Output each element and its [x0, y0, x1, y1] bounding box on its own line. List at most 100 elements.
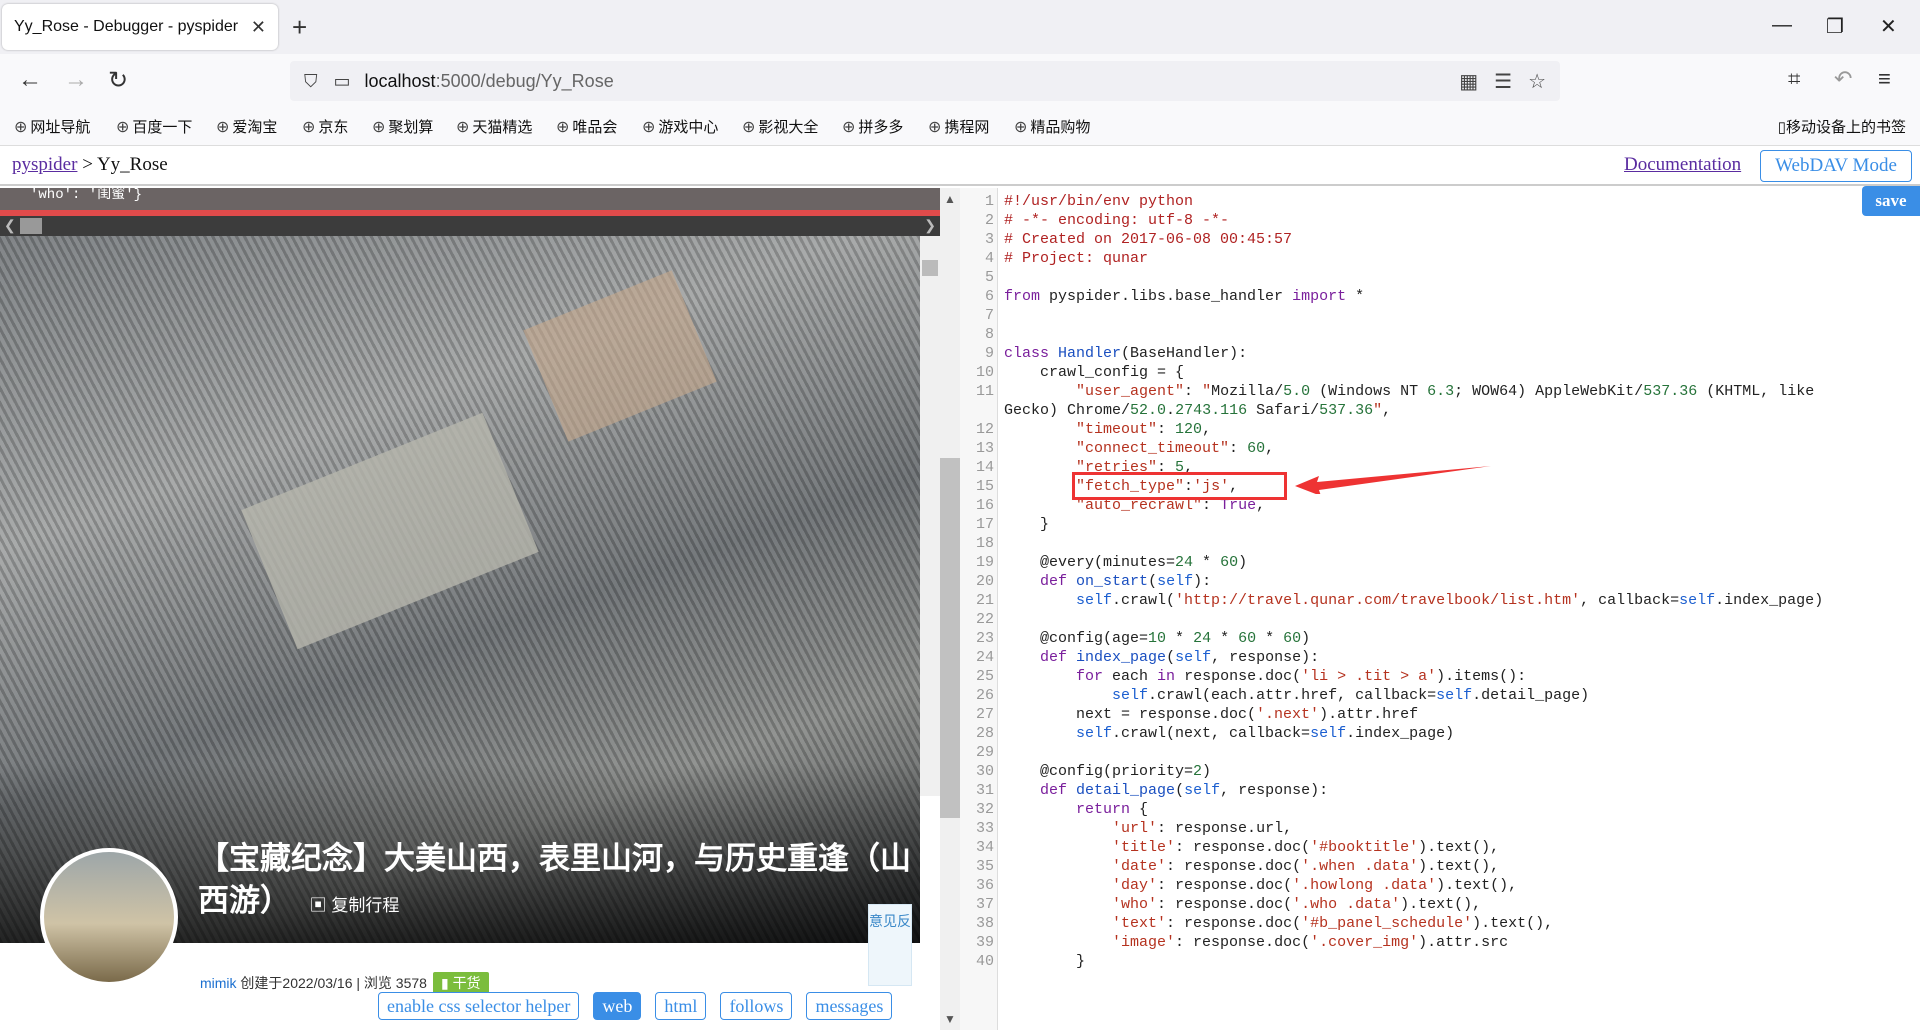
code-line[interactable]: 38 'text': response.doc('#b_panel_schedu… — [960, 914, 1920, 933]
line-text[interactable]: self.crawl(next, callback=self.index_pag… — [1004, 724, 1454, 743]
bookmark-item[interactable]: ⊕ 唯品会 — [556, 116, 617, 137]
scroll-down-icon[interactable]: ▼ — [944, 1012, 956, 1026]
tab-messages[interactable]: messages — [806, 992, 893, 1020]
code-line[interactable]: 30 @config(priority=2) — [960, 762, 1920, 781]
avatar[interactable] — [40, 848, 178, 986]
author-link[interactable]: mimik — [200, 975, 237, 991]
css-selector-helper-button[interactable]: enable css selector helper — [378, 992, 580, 1020]
bookmark-item[interactable]: ⊕ 影视大全 — [742, 116, 818, 137]
pyspider-link[interactable]: pyspider — [12, 154, 77, 175]
line-text[interactable]: from pyspider.libs.base_handler import * — [1004, 287, 1364, 306]
code-line[interactable]: 10 crawl_config = { — [960, 363, 1920, 382]
tab-html[interactable]: html — [655, 992, 707, 1020]
bookmark-item[interactable]: ⊕ 游戏中心 — [642, 116, 718, 137]
bookmark-item[interactable]: ⊕ 百度一下 — [116, 116, 192, 137]
url-text[interactable]: localhost:5000/debug/Yy_Rose — [365, 71, 614, 92]
line-text[interactable]: 'date': response.doc('.when .data').text… — [1004, 857, 1499, 876]
code-line[interactable]: 26 self.crawl(each.attr.href, callback=s… — [960, 686, 1920, 705]
code-line[interactable]: 18 — [960, 534, 1920, 553]
browser-tab[interactable]: Yy_Rose - Debugger - pyspider ✕ — [2, 4, 278, 50]
code-line[interactable]: 20 def on_start(self): — [960, 572, 1920, 591]
url-bar[interactable]: ⛉ ▭ localhost:5000/debug/Yy_Rose ▦ ☰ ☆ — [290, 61, 1560, 101]
bookmark-item[interactable]: ⊕ 京东 — [302, 116, 348, 137]
code-line[interactable]: 34 'title': response.doc('#booktitle').t… — [960, 838, 1920, 857]
line-text[interactable]: return { — [1004, 800, 1148, 819]
code-line[interactable]: 22 — [960, 610, 1920, 629]
code-line[interactable]: 39 'image': response.doc('.cover_img').a… — [960, 933, 1920, 952]
code-line[interactable]: 25 for each in response.doc('li > .tit >… — [960, 667, 1920, 686]
line-text[interactable]: } — [1004, 952, 1085, 971]
bookmark-item[interactable]: ⊕ 精品购物 — [1014, 116, 1090, 137]
code-line[interactable]: 11 "user_agent": "Mozilla/5.0 (Windows N… — [960, 382, 1920, 401]
minimize-button[interactable]: — — [1772, 14, 1792, 37]
line-text[interactable]: def on_start(self): — [1004, 572, 1211, 591]
tab-follows[interactable]: follows — [720, 992, 793, 1020]
code-line[interactable]: 12 "timeout": 120, — [960, 420, 1920, 439]
bookmark-star-icon[interactable]: ☆ — [1528, 69, 1546, 94]
line-text[interactable]: 'who': response.doc('.who .data').text()… — [1004, 895, 1481, 914]
code-line[interactable]: 4 # Project: qunar — [960, 249, 1920, 268]
code-line[interactable]: 28 self.crawl(next, callback=self.index_… — [960, 724, 1920, 743]
copy-trip-button[interactable]: ▣ 复制行程 — [310, 896, 400, 915]
line-text[interactable]: @every(minutes=24 * 60) — [1004, 553, 1247, 572]
line-text[interactable]: # -*- encoding: utf-8 -*- — [1004, 211, 1229, 230]
line-text[interactable]: "connect_timeout": 60, — [1004, 439, 1274, 458]
code-line[interactable]: Gecko) Chrome/52.0.2743.116 Safari/537.3… — [960, 401, 1920, 420]
horizontal-scrollbar[interactable]: ❮ ❯ — [0, 216, 940, 236]
line-text[interactable]: @config(age=10 * 24 * 60 * 60) — [1004, 629, 1310, 648]
line-text[interactable]: class Handler(BaseHandler): — [1004, 344, 1247, 363]
scroll-left-icon[interactable]: ❮ — [4, 217, 16, 234]
close-icon[interactable]: ✕ — [251, 17, 266, 38]
new-tab-button[interactable]: + — [292, 12, 307, 43]
inner-vertical-scrollbar[interactable] — [920, 236, 940, 796]
code-line[interactable]: 17 } — [960, 515, 1920, 534]
back-icon[interactable]: ← — [18, 66, 42, 94]
code-line[interactable]: 35 'date': response.doc('.when .data').t… — [960, 857, 1920, 876]
code-editor[interactable]: 1 #!/usr/bin/env python 2 # -*- encoding: u… — [960, 188, 1920, 1030]
line-text[interactable]: 'text': response.doc('#b_panel_schedule'… — [1004, 914, 1553, 933]
code-line[interactable]: 13 "connect_timeout": 60, — [960, 439, 1920, 458]
scroll-thumb[interactable] — [940, 458, 960, 818]
documentation-link[interactable]: Documentation — [1624, 154, 1741, 176]
line-text[interactable]: self.crawl(each.attr.href, callback=self… — [1004, 686, 1589, 705]
line-text[interactable]: @config(priority=2) — [1004, 762, 1211, 781]
bookmark-item[interactable]: ⊕ 聚划算 — [372, 116, 433, 137]
line-text[interactable]: } — [1004, 515, 1049, 534]
code-line[interactable]: 27 next = response.doc('.next').attr.hre… — [960, 705, 1920, 724]
line-text[interactable]: next = response.doc('.next').attr.href — [1004, 705, 1418, 724]
forward-icon[interactable]: → — [64, 66, 88, 94]
line-text[interactable]: self.crawl('http://travel.qunar.com/trav… — [1004, 591, 1823, 610]
bookmark-item[interactable]: ⊕ 携程网 — [928, 116, 989, 137]
code-line[interactable]: 2 # -*- encoding: utf-8 -*- — [960, 211, 1920, 230]
undo-icon[interactable]: ↶ — [1834, 66, 1852, 92]
code-line[interactable]: 31 def detail_page(self, response): — [960, 781, 1920, 800]
crop-icon[interactable]: ⌗ — [1788, 66, 1800, 92]
qr-code-icon[interactable]: ▦ — [1459, 69, 1478, 94]
code-line[interactable]: 23 @config(age=10 * 24 * 60 * 60) — [960, 629, 1920, 648]
code-line[interactable]: 24 def index_page(self, response): — [960, 648, 1920, 667]
line-text[interactable]: "user_agent": "Mozilla/5.0 (Windows NT 6… — [1004, 382, 1814, 401]
code-line[interactable]: 21 self.crawl('http://travel.qunar.com/t… — [960, 591, 1920, 610]
window-close-button[interactable]: ✕ — [1880, 14, 1897, 39]
page-info-icon[interactable]: ▭ — [334, 71, 351, 92]
bookmark-item[interactable]: ⊕ 天猫精选 — [456, 116, 532, 137]
line-text[interactable]: 'title': response.doc('#booktitle').text… — [1004, 838, 1499, 857]
code-line[interactable]: 9 class Handler(BaseHandler): — [960, 344, 1920, 363]
code-line[interactable]: 37 'who': response.doc('.who .data').tex… — [960, 895, 1920, 914]
line-text[interactable]: # Project: qunar — [1004, 249, 1148, 268]
feedback-tab[interactable]: 意见反 — [868, 904, 912, 986]
tab-web[interactable]: web — [593, 992, 642, 1020]
line-text[interactable]: crawl_config = { — [1004, 363, 1184, 382]
code-line[interactable]: 6 from pyspider.libs.base_handler import … — [960, 287, 1920, 306]
code-line[interactable]: 5 — [960, 268, 1920, 287]
bookmark-item[interactable]: ⊕ 爱淘宝 — [216, 116, 277, 137]
code-line[interactable]: 33 'url': response.url, — [960, 819, 1920, 838]
line-text[interactable]: # Created on 2017-06-08 00:45:57 — [1004, 230, 1292, 249]
menu-icon[interactable]: ≡ — [1878, 66, 1891, 92]
code-line[interactable]: 3 # Created on 2017-06-08 00:45:57 — [960, 230, 1920, 249]
bookmark-item[interactable]: ⊕ 拼多多 — [842, 116, 903, 137]
scroll-thumb[interactable] — [20, 218, 42, 234]
code-line[interactable]: 1 #!/usr/bin/env python — [960, 192, 1920, 211]
code-line[interactable]: 40 } — [960, 952, 1920, 971]
code-line[interactable]: 19 @every(minutes=24 * 60) — [960, 553, 1920, 572]
